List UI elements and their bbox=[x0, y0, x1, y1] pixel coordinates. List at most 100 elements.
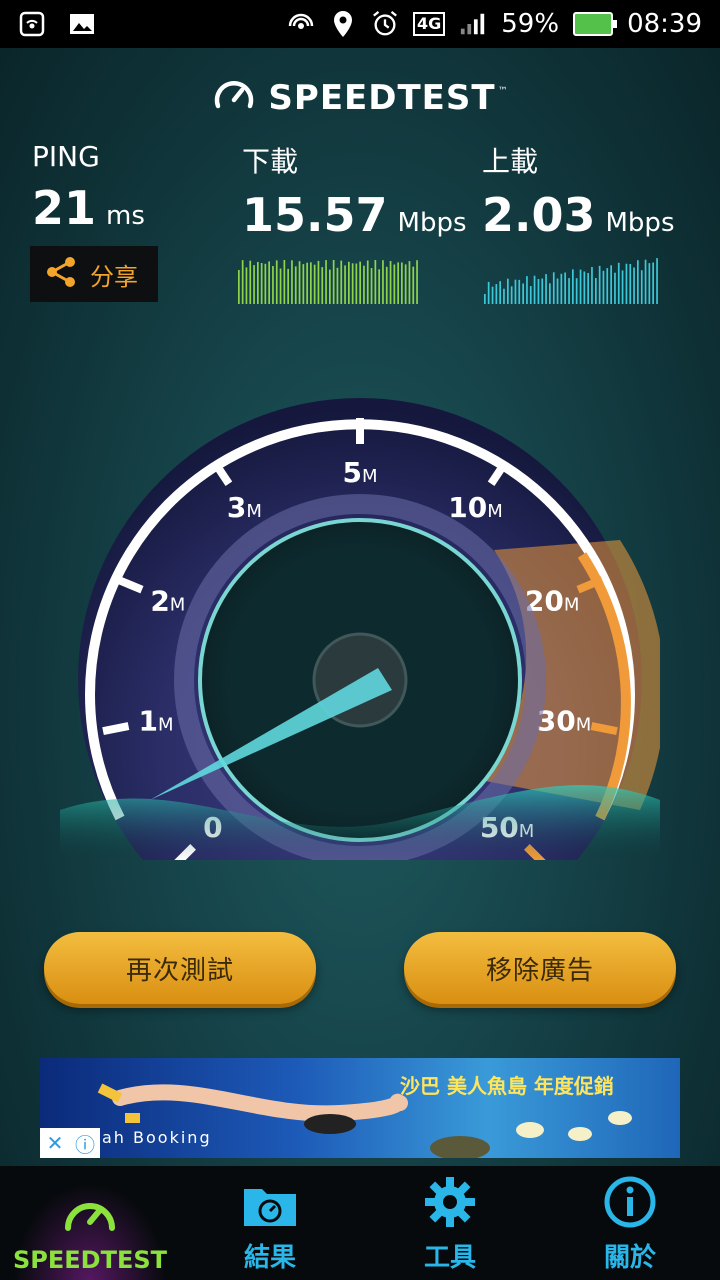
upload-value: 2.03 Mbps bbox=[482, 188, 675, 242]
upload-label: 上載 bbox=[482, 145, 539, 178]
sparkline-bar bbox=[541, 278, 544, 304]
sparkline-bar bbox=[606, 268, 609, 304]
download-sparkline bbox=[238, 260, 418, 304]
sparkline-bar bbox=[374, 260, 377, 304]
nav-about-label: 關於 bbox=[603, 1243, 656, 1273]
signal-icon bbox=[459, 10, 487, 38]
sparkline-bar bbox=[275, 260, 278, 304]
upload-unit: Mbps bbox=[605, 208, 675, 238]
speedometer-icon bbox=[60, 1188, 120, 1242]
share-button[interactable]: 分享 bbox=[30, 246, 158, 302]
sparkline-bar bbox=[637, 260, 639, 304]
sparkline-bar bbox=[556, 278, 559, 304]
sparkline-bar bbox=[491, 286, 494, 304]
battery-percent: 59% bbox=[501, 9, 560, 39]
sparkline-bar bbox=[385, 266, 388, 304]
sparkline-bar bbox=[321, 267, 324, 304]
sparkline-bar bbox=[257, 262, 259, 304]
retest-button[interactable]: 再次測試 bbox=[44, 932, 316, 1004]
share-icon bbox=[44, 255, 78, 293]
nav-about[interactable]: 關於 bbox=[540, 1166, 720, 1280]
logo-trademark: ™ bbox=[497, 85, 508, 97]
sparkline-bar bbox=[587, 273, 589, 304]
gear-icon bbox=[423, 1175, 477, 1233]
sparkline-bar bbox=[268, 261, 270, 304]
sparkline-bar bbox=[499, 281, 501, 304]
sparkline-bar bbox=[598, 265, 601, 304]
sparkline-bar bbox=[514, 279, 517, 304]
sparkline-bar bbox=[537, 279, 540, 304]
sparkline-bar bbox=[610, 265, 612, 304]
ad-booking-text: ah Booking bbox=[102, 1128, 212, 1147]
sparkline-bar bbox=[310, 262, 312, 304]
remove-ads-button[interactable]: 移除廣告 bbox=[404, 932, 676, 1004]
sparkline-bar bbox=[249, 260, 252, 304]
sparkline-bar bbox=[370, 268, 373, 304]
sparkline-bar bbox=[245, 267, 248, 304]
nav-results[interactable]: 結果 bbox=[180, 1166, 360, 1280]
sparkline-bar bbox=[510, 286, 513, 304]
ping-value: 21 ms bbox=[32, 181, 145, 235]
sparkline-bar bbox=[583, 271, 586, 304]
sparkline-bar bbox=[579, 269, 582, 304]
sparkline-bar bbox=[621, 270, 624, 304]
clock: 08:39 bbox=[627, 9, 702, 39]
sparkline-bar bbox=[287, 268, 289, 304]
sparkline-bar bbox=[317, 260, 320, 304]
ad-banner[interactable]: 沙巴 美人魚島 年度促銷 ah Booking ✕ ⓘ bbox=[40, 1058, 680, 1158]
sparkline-bar bbox=[602, 270, 605, 304]
sparkline-bar bbox=[393, 264, 396, 304]
sparkline-bar bbox=[279, 268, 282, 304]
ping-metric: PING 21 ms bbox=[32, 140, 145, 235]
share-label: 分享 bbox=[90, 262, 138, 291]
nav-results-label: 結果 bbox=[243, 1243, 296, 1273]
sparkline-bar bbox=[507, 278, 509, 304]
network-4g-icon: 4G bbox=[413, 12, 446, 36]
sparkline-bar bbox=[656, 258, 658, 304]
sparkline-bar bbox=[545, 274, 547, 304]
sparkline-bar bbox=[652, 262, 654, 304]
sparkline-bar bbox=[336, 267, 339, 304]
sparkline-bar bbox=[241, 260, 244, 304]
sparkline-bar bbox=[378, 269, 380, 304]
download-label: 下載 bbox=[242, 145, 299, 178]
alarm-icon bbox=[371, 10, 399, 38]
sparkline-bar bbox=[340, 260, 343, 304]
ad-close-icon[interactable]: ✕ bbox=[40, 1128, 70, 1158]
sparkline-bar bbox=[614, 272, 616, 304]
gauge-tick bbox=[102, 722, 130, 736]
sparkline-bar bbox=[529, 286, 532, 304]
ad-headline: 沙巴 美人魚島 年度促銷 bbox=[400, 1074, 614, 1098]
nav-tools-label: 工具 bbox=[423, 1243, 476, 1273]
sparkline-bar bbox=[648, 263, 651, 304]
sparkline-bar bbox=[264, 263, 267, 304]
sparkline-bar bbox=[313, 264, 316, 304]
sparkline-bar bbox=[575, 278, 578, 304]
speedometer-logo-icon bbox=[212, 74, 256, 122]
sparkline-bar bbox=[397, 262, 399, 304]
sparkline-bar bbox=[526, 276, 528, 304]
sparkline-bar bbox=[253, 265, 255, 304]
sparkline-bar bbox=[351, 263, 354, 304]
sparkline-bar bbox=[283, 260, 286, 304]
sparkline-bar bbox=[633, 267, 635, 304]
nav-speedtest-label: SPEEDTEST bbox=[12, 1246, 167, 1274]
sparkline-bar bbox=[522, 283, 524, 304]
sparkline-bar bbox=[348, 261, 350, 304]
sparkline-bar bbox=[366, 260, 369, 304]
status-bar: 4G 59% 08:39 bbox=[0, 0, 720, 48]
sparkline-bar bbox=[298, 261, 301, 304]
logo-text: SPEEDTEST bbox=[268, 78, 496, 118]
download-number: 15.57 bbox=[242, 188, 388, 242]
sparkline-bar bbox=[617, 262, 620, 304]
sparkline-bar bbox=[644, 259, 647, 304]
nav-speedtest[interactable]: SPEEDTEST bbox=[0, 1166, 180, 1280]
sparkline-bar bbox=[568, 278, 570, 304]
nav-tools[interactable]: 工具 bbox=[360, 1166, 540, 1280]
gauge-tick bbox=[590, 722, 618, 736]
sparkline-bar bbox=[533, 275, 536, 304]
sparkline-bar bbox=[382, 260, 384, 304]
sparkline-bar bbox=[595, 278, 597, 304]
sparkline-bar bbox=[404, 264, 407, 304]
ad-info-icon[interactable]: ⓘ bbox=[70, 1128, 100, 1158]
